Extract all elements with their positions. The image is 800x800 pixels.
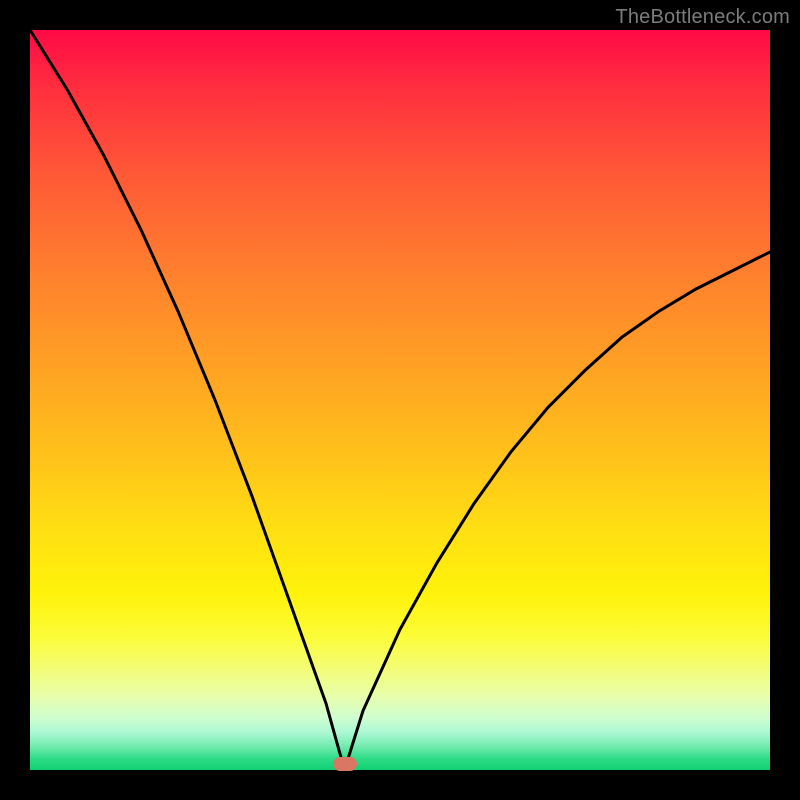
curve-svg (30, 30, 770, 770)
bottleneck-curve-path (30, 30, 770, 770)
plot-area (30, 30, 770, 770)
watermark-text: TheBottleneck.com (615, 6, 790, 29)
minimum-marker (333, 757, 357, 771)
chart-frame: TheBottleneck.com (0, 0, 800, 800)
